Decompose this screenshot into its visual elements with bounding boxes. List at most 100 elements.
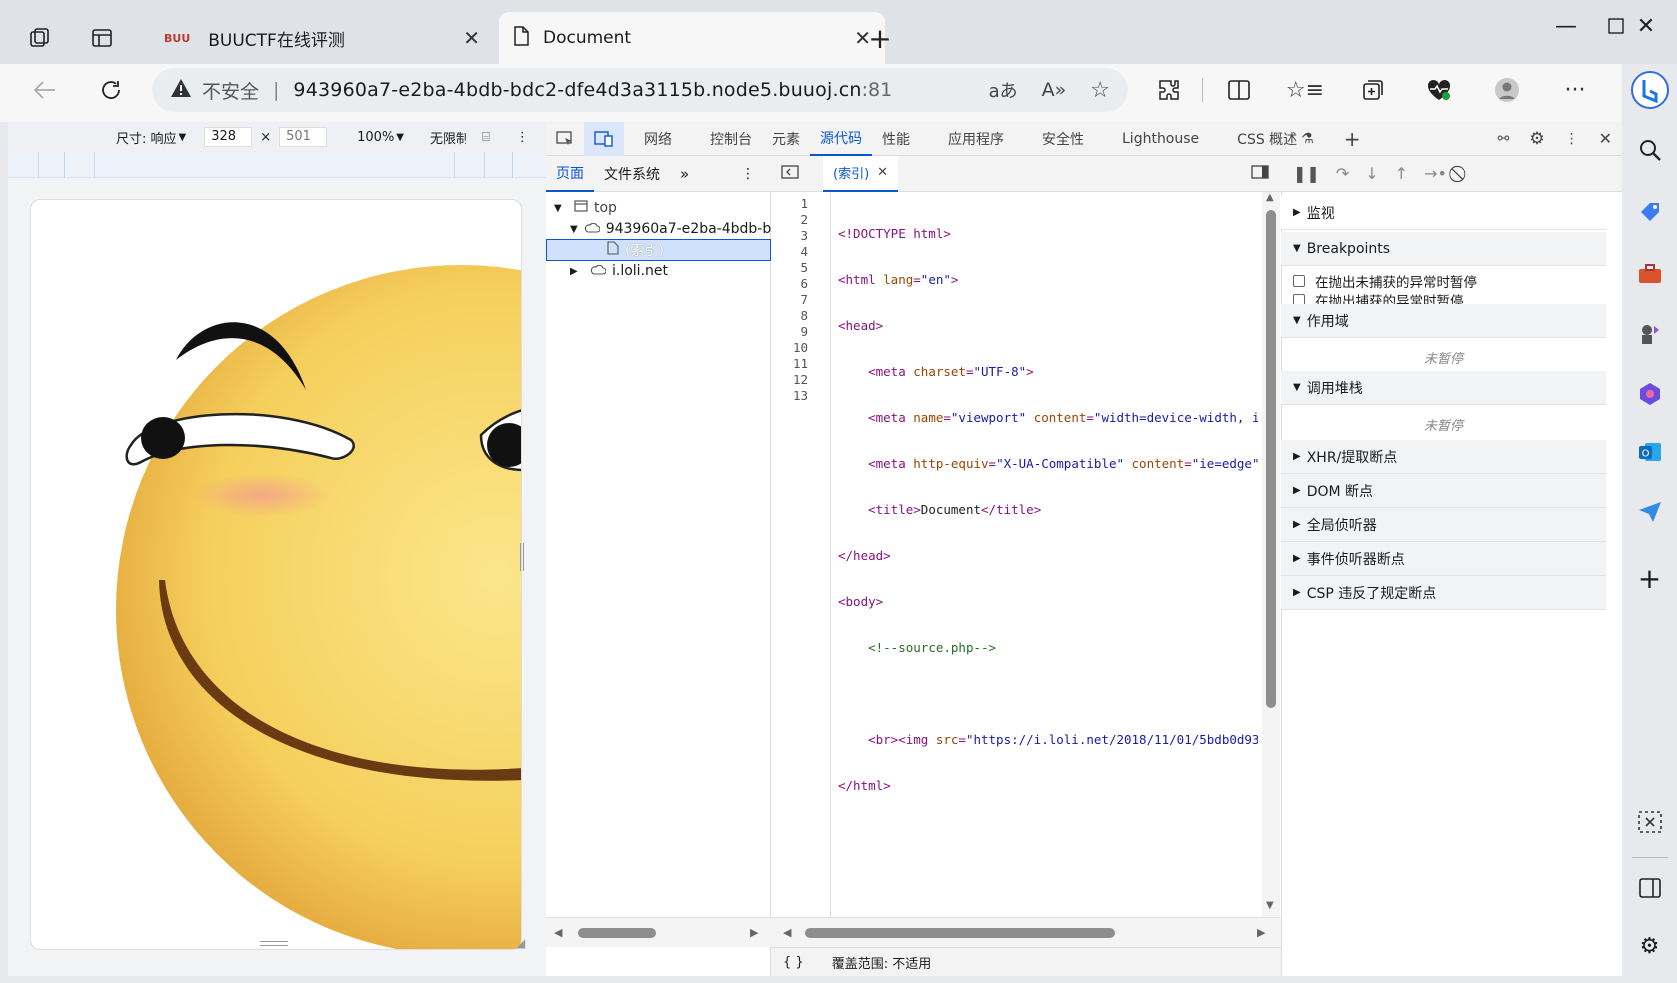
code-line[interactable]: <title>Document</title> <box>838 502 1258 518</box>
code-line[interactable]: </html> <box>838 778 1258 794</box>
collapsed-triangle-icon[interactable]: ▶ <box>1293 485 1301 496</box>
section-call-stack[interactable]: ▼ 调用堆栈 <box>1281 371 1606 405</box>
tab-page[interactable]: 页面 <box>546 156 594 192</box>
tab-document[interactable]: Document ✕ <box>499 12 885 64</box>
code-line[interactable]: <!DOCTYPE html> <box>838 226 1258 242</box>
navigator-scroll-thumb[interactable] <box>578 928 656 938</box>
editor-horizontal-scrollbar[interactable]: ◀ ▶ <box>771 917 1281 947</box>
workspaces-icon[interactable] <box>20 18 60 58</box>
tab-performance[interactable]: 性能 <box>872 122 920 156</box>
line-number[interactable]: 3 <box>771 228 808 244</box>
code-line[interactable]: <meta name="viewport" content="width=dev… <box>838 410 1258 426</box>
viewport-resize-handle[interactable] <box>520 543 524 571</box>
tab-buuctf[interactable]: BUU BUUCTF在线评测 ✕ <box>150 12 494 64</box>
step-into-icon[interactable]: ↓ <box>1365 164 1378 183</box>
more-tabs-icon[interactable]: » <box>670 165 699 183</box>
section-watch[interactable]: ▶ 监视 <box>1281 196 1606 230</box>
devtools-more-icon[interactable]: ⋮ <box>1555 122 1589 156</box>
line-number[interactable]: 1 <box>771 196 808 212</box>
new-tab-icon[interactable]: + <box>860 18 900 58</box>
refresh-icon[interactable] <box>90 70 132 110</box>
games-icon[interactable] <box>1622 312 1677 356</box>
url-port[interactable]: :81 <box>862 79 893 101</box>
corner-resize-icon[interactable]: ◢ <box>516 936 525 950</box>
expanded-triangle-icon[interactable]: ▼ <box>1293 382 1301 393</box>
collapsed-triangle-icon[interactable]: ▶ <box>1293 451 1301 462</box>
navigator-horizontal-scrollbar[interactable]: ◀ ▶ <box>546 917 771 947</box>
vertical-scroll-thumb[interactable] <box>1266 210 1276 708</box>
line-number[interactable]: 5 <box>771 260 808 276</box>
line-number[interactable]: 10 <box>771 340 808 356</box>
code-line[interactable]: <meta charset="UTF-8"> <box>838 364 1258 380</box>
zoom-select[interactable]: 100% <box>357 130 394 145</box>
section-csp-breakpoints[interactable]: ▶ CSP 违反了规定断点 <box>1281 576 1606 610</box>
expanded-triangle-icon[interactable]: ▼ <box>570 224 578 235</box>
editor-vertical-scrollbar[interactable]: ▲ ▼ <box>1262 192 1280 917</box>
code-line[interactable]: <head> <box>838 318 1258 334</box>
expanded-triangle-icon[interactable]: ▼ <box>554 203 568 214</box>
address-bar[interactable]: 不安全 | 943960a7-e2ba-4bdb-bdc2-dfe4d3a311… <box>152 68 1128 112</box>
section-event-listener-breakpoints[interactable]: ▶ 事件侦听器断点 <box>1281 542 1606 576</box>
throttle-select[interactable]: 无限制 <box>430 128 466 147</box>
tab-application[interactable]: 应用程序 <box>938 122 1014 156</box>
code-line[interactable]: <meta http-equiv="X-UA-Compatible" conte… <box>838 456 1258 472</box>
search-icon[interactable] <box>1622 128 1677 172</box>
toggle-navigator-icon[interactable] <box>771 164 809 183</box>
line-number[interactable]: 11 <box>771 356 808 372</box>
section-scope[interactable]: ▼ 作用域 <box>1281 304 1606 338</box>
section-breakpoints[interactable]: ▼ Breakpoints <box>1281 232 1606 266</box>
collections-icon[interactable] <box>1352 70 1394 110</box>
tab-sources[interactable]: 源代码 <box>810 122 872 156</box>
close-editor-tab-icon[interactable]: ✕ <box>877 165 888 180</box>
tree-item-origin[interactable]: ▼ 943960a7-e2ba-4bdb-bdc2 <box>546 218 771 240</box>
more-tools-icon[interactable]: + <box>1334 122 1371 156</box>
device-emulation-icon[interactable] <box>584 121 624 156</box>
screenshot-icon[interactable] <box>1622 800 1677 844</box>
browser-essentials-icon[interactable] <box>1418 70 1460 110</box>
navigator-menu-icon[interactable]: ⋮ <box>725 166 771 182</box>
favorites-icon[interactable]: ☆≡ <box>1284 70 1326 110</box>
line-number[interactable]: 6 <box>771 276 808 292</box>
line-number[interactable]: 2 <box>771 212 808 228</box>
network-conditions-icon[interactable]: ⚯ <box>1488 122 1520 156</box>
toggle-debugger-icon[interactable] <box>1239 164 1281 183</box>
line-number[interactable]: 8 <box>771 308 808 324</box>
line-number[interactable]: 12 <box>771 372 808 388</box>
viewport-height-input[interactable]: 501 <box>279 127 328 147</box>
close-window-button[interactable]: ✕ <box>1616 4 1676 48</box>
line-number[interactable]: 13 <box>771 388 808 404</box>
editor-tab-index[interactable]: (索引) ✕ <box>823 155 899 192</box>
translate-icon[interactable]: aあ <box>989 77 1018 103</box>
tab-filesystem[interactable]: 文件系统 <box>594 164 670 184</box>
devtools-close-icon[interactable]: ✕ <box>1589 122 1622 156</box>
line-number[interactable]: 9 <box>771 324 808 340</box>
collapsed-triangle-icon[interactable]: ▶ <box>1293 553 1301 564</box>
favorite-star-icon[interactable]: ☆ <box>1090 78 1110 103</box>
collapsed-triangle-icon[interactable]: ▶ <box>1293 207 1301 218</box>
step-icon[interactable]: →• <box>1424 164 1447 183</box>
chevron-down-icon[interactable]: ▼ <box>179 132 187 143</box>
code-line[interactable]: <br><img src="https://i.loli.net/2018/11… <box>838 732 1258 748</box>
split-screen-icon[interactable] <box>1218 70 1260 110</box>
section-xhr-breakpoints[interactable]: ▶ XHR/提取断点 <box>1281 440 1606 474</box>
microsoft365-icon[interactable] <box>1622 372 1677 416</box>
tree-item-loli[interactable]: ▶ i.loli.net <box>546 260 771 282</box>
more-options-icon[interactable]: ··· <box>1554 70 1596 110</box>
warning-icon[interactable] <box>170 78 192 103</box>
tree-item-top[interactable]: ▼ top <box>546 197 771 219</box>
collapsed-triangle-icon[interactable]: ▶ <box>1293 519 1301 530</box>
media-query-ruler[interactable] <box>8 152 546 178</box>
step-out-icon[interactable]: ↑ <box>1395 164 1408 183</box>
tab-css-overview[interactable]: CSS 概述 <box>1227 122 1307 156</box>
expanded-triangle-icon[interactable]: ▼ <box>1293 243 1301 254</box>
collapsed-triangle-icon[interactable]: ▶ <box>1293 587 1301 598</box>
back-icon[interactable] <box>24 70 66 110</box>
chevron-down-icon[interactable]: ▼ <box>396 132 404 143</box>
dimensions-select[interactable]: 尺寸: 响应 <box>116 128 177 147</box>
horizontal-scroll-thumb[interactable] <box>805 928 1115 938</box>
code-line[interactable] <box>838 686 1258 702</box>
viewport-bottom-resize-handle[interactable] <box>260 941 288 946</box>
code-line[interactable]: <html lang="en"> <box>838 272 1258 288</box>
expanded-triangle-icon[interactable]: ▼ <box>1293 315 1301 326</box>
url-text[interactable]: 943960a7-e2ba-4bdb-bdc2-dfe4d3a3115b.nod… <box>293 79 861 101</box>
